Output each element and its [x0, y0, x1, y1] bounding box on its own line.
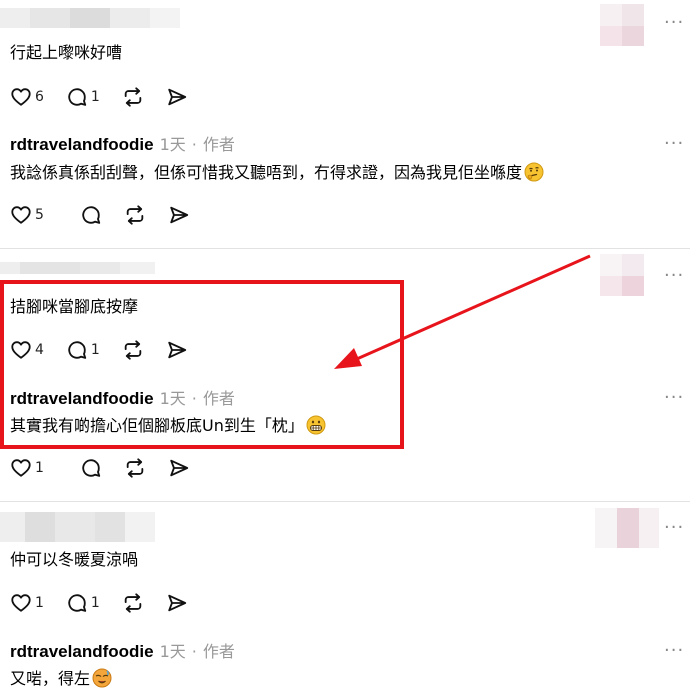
- grimacing-face-emoji: [306, 415, 326, 435]
- repost-icon: [122, 592, 144, 614]
- like-button[interactable]: 1: [10, 592, 44, 614]
- reply-text-row: 其實我有啲擔心佢個腳板底Un到生「枕」: [10, 415, 326, 436]
- reply-actions: 1: [10, 455, 212, 481]
- repost-icon: [122, 86, 144, 108]
- send-icon: [168, 457, 190, 479]
- more-options-icon[interactable]: ···: [664, 12, 684, 33]
- timestamp[interactable]: 1天: [160, 131, 186, 155]
- share-button[interactable]: [168, 204, 190, 226]
- send-icon: [166, 86, 188, 108]
- share-button[interactable]: [166, 592, 188, 614]
- author-badge: 作者: [202, 642, 235, 661]
- repost-button[interactable]: [122, 339, 144, 361]
- author-badge: 作者: [202, 389, 235, 408]
- repost-icon: [124, 204, 146, 226]
- speech-bubble-icon: [66, 86, 88, 108]
- reply-text: 我諗係真係刮刮聲，但係可惜我又聽唔到，冇得求證，因為我見佢坐喺度: [10, 163, 523, 182]
- more-options-icon[interactable]: ···: [664, 387, 684, 408]
- more-options-icon[interactable]: ···: [664, 265, 684, 286]
- reply-text: 其實我有啲擔心佢個腳板底Un到生「枕」: [10, 416, 304, 435]
- more-options-icon[interactable]: ···: [664, 640, 684, 661]
- like-count: 4: [35, 342, 44, 358]
- repost-icon: [124, 457, 146, 479]
- repost-button[interactable]: [124, 457, 146, 479]
- send-icon: [166, 339, 188, 361]
- author-name[interactable]: rdtravelandfoodie: [10, 642, 154, 662]
- speech-bubble-icon: [66, 339, 88, 361]
- reply-button[interactable]: [80, 457, 102, 479]
- blurred-username: [0, 8, 180, 28]
- share-button[interactable]: [168, 457, 190, 479]
- like-count: 5: [35, 207, 44, 223]
- speech-bubble-icon: [80, 204, 102, 226]
- comment-actions: 1 1: [10, 590, 210, 616]
- thinking-face-emoji: [524, 162, 544, 182]
- heart-icon: [10, 204, 32, 226]
- blurred-username: [0, 262, 155, 274]
- like-count: 6: [35, 89, 44, 105]
- share-button[interactable]: [166, 339, 188, 361]
- blurred-avatar: [600, 254, 644, 276]
- like-button[interactable]: 1: [10, 457, 44, 479]
- reply-text: 又啱，得左: [10, 669, 91, 688]
- heart-icon: [10, 592, 32, 614]
- reply-button[interactable]: [80, 204, 102, 226]
- like-count: 1: [35, 595, 44, 611]
- heart-icon: [10, 457, 32, 479]
- comment-text: 拮腳咪當腳底按摩: [10, 297, 139, 316]
- separator-dot: ·: [191, 135, 197, 154]
- heart-icon: [10, 339, 32, 361]
- like-button[interactable]: 4: [10, 339, 44, 361]
- thread-divider: [0, 501, 690, 502]
- repost-button[interactable]: [124, 204, 146, 226]
- author-badge: 作者: [202, 135, 235, 154]
- comment-actions: 4 1: [10, 337, 210, 363]
- reply-count: 1: [90, 89, 100, 105]
- blurred-avatar: [600, 276, 644, 296]
- send-icon: [166, 592, 188, 614]
- reply-button[interactable]: 1: [66, 86, 100, 108]
- reply-actions: 5: [10, 202, 212, 228]
- speech-bubble-icon: [66, 592, 88, 614]
- reply-count: 1: [90, 595, 100, 611]
- author-name[interactable]: rdtravelandfoodie: [10, 135, 154, 155]
- thread-divider: [0, 248, 690, 249]
- author-name[interactable]: rdtravelandfoodie: [10, 389, 154, 409]
- share-button[interactable]: [166, 86, 188, 108]
- separator-dot: ·: [191, 389, 197, 408]
- more-options-icon[interactable]: ···: [664, 133, 684, 154]
- reply-button[interactable]: 1: [66, 592, 100, 614]
- like-button[interactable]: 5: [10, 204, 44, 226]
- repost-button[interactable]: [122, 86, 144, 108]
- like-button[interactable]: 6: [10, 86, 44, 108]
- reply-button[interactable]: 1: [66, 339, 100, 361]
- separator-dot: ·: [191, 642, 197, 661]
- repost-icon: [122, 339, 144, 361]
- comment-actions: 6 1: [10, 84, 210, 110]
- reply-count: 1: [90, 342, 100, 358]
- speech-bubble-icon: [80, 457, 102, 479]
- comment-text: 行起上嚟咪好嘈: [10, 43, 123, 62]
- blurred-avatar: [600, 4, 644, 26]
- blurred-avatar: [595, 508, 659, 548]
- repost-button[interactable]: [122, 592, 144, 614]
- reply-header: rdtravelandfoodie 1天 · 作者: [10, 131, 235, 155]
- blurred-avatar: [600, 26, 644, 46]
- comment-text: 仲可以冬暖夏涼喎: [10, 550, 139, 569]
- more-options-icon[interactable]: ···: [664, 517, 684, 538]
- hot-face-emoji: [92, 668, 112, 688]
- timestamp[interactable]: 1天: [160, 638, 186, 662]
- send-icon: [168, 204, 190, 226]
- reply-header: rdtravelandfoodie 1天 · 作者: [10, 638, 235, 662]
- reply-text-row: 我諗係真係刮刮聲，但係可惜我又聽唔到，冇得求證，因為我見佢坐喺度: [10, 162, 544, 183]
- reply-text-row: 又啱，得左: [10, 668, 112, 689]
- reply-header: rdtravelandfoodie 1天 · 作者: [10, 385, 235, 409]
- blurred-username: [0, 512, 155, 542]
- timestamp[interactable]: 1天: [160, 385, 186, 409]
- like-count: 1: [35, 460, 44, 476]
- heart-icon: [10, 86, 32, 108]
